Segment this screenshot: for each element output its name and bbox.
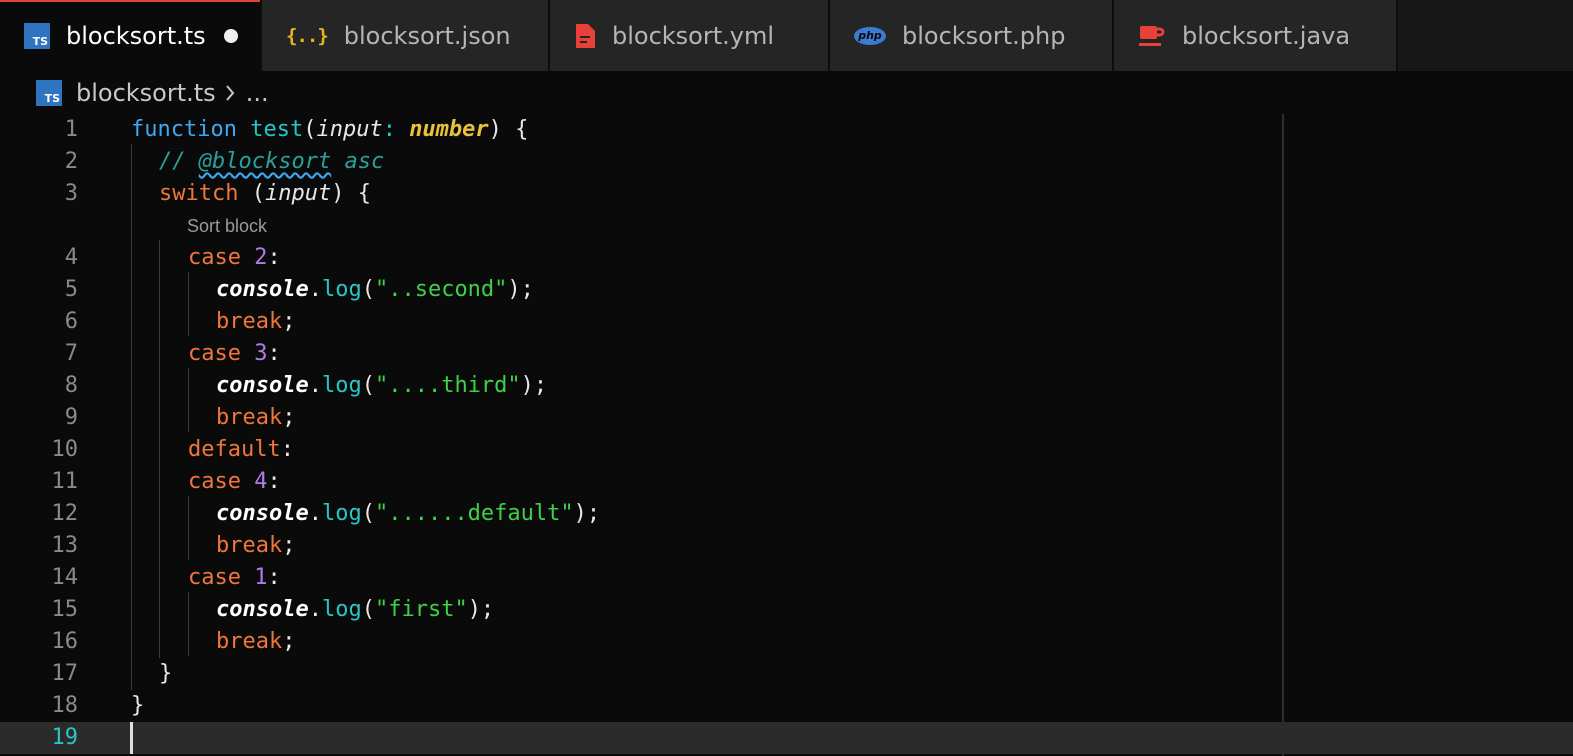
line-number: 18 [51, 693, 79, 718]
line-content: function test(input: number) { [131, 117, 529, 142]
line-number: 8 [64, 373, 78, 398]
tab-label: blocksort.json [343, 21, 511, 50]
line-content: console.log("..second"); [216, 277, 534, 302]
unsaved-dot-icon[interactable] [224, 29, 238, 43]
line-number: 17 [51, 661, 79, 686]
code-line[interactable]: 15 console.log("first"); [0, 594, 1573, 626]
line-number: 2 [64, 149, 78, 174]
code-line[interactable]: 14 case 1: [0, 562, 1573, 594]
code-line[interactable]: 10 default: [0, 434, 1573, 466]
chevron-right-icon [224, 84, 236, 102]
line-number: 3 [64, 181, 78, 206]
line-number: 4 [64, 245, 78, 270]
code-line[interactable]: 17 } [0, 658, 1573, 690]
tab-blocksort-java[interactable]: blocksort.java [1114, 0, 1398, 71]
code-line[interactable]: 7 case 3: [0, 338, 1573, 370]
java-file-icon [1138, 23, 1166, 49]
line-number: 1 [64, 117, 78, 142]
line-content: // @blocksort asc [159, 149, 385, 174]
code-line[interactable]: 2 // @blocksort asc [0, 146, 1573, 178]
typescript-file-icon: TS [24, 22, 50, 49]
sort-block-codelens[interactable]: Sort block [187, 210, 267, 242]
current-code-line[interactable]: 19 [0, 722, 1573, 754]
line-number: 19 [51, 725, 79, 750]
line-number: 13 [51, 533, 79, 558]
line-number: 15 [51, 597, 79, 622]
code-line[interactable]: 13 break; [0, 530, 1573, 562]
line-content: break; [216, 405, 296, 430]
line-number: 10 [51, 437, 79, 462]
line-content: default: [188, 437, 294, 462]
line-content: break; [216, 629, 296, 654]
line-content: case 3: [188, 341, 281, 366]
code-line[interactable]: 18 } [0, 690, 1573, 722]
line-number: 7 [64, 341, 78, 366]
breadcrumb-more[interactable]: ... [246, 79, 269, 107]
line-content: case 2: [188, 245, 281, 270]
code-line[interactable]: 6 break; [0, 306, 1573, 338]
code-line[interactable]: 12 console.log("......default"); [0, 498, 1573, 530]
tab-label: blocksort.php [902, 21, 1066, 50]
json-file-icon: {..} [286, 24, 329, 47]
code-line[interactable]: 3 switch (input) { [0, 178, 1573, 210]
code-line[interactable]: 1 function test(input: number) { [0, 114, 1573, 146]
code-line[interactable]: 9 break; [0, 402, 1573, 434]
line-content: console.log("....third"); [216, 373, 548, 398]
line-number: 9 [64, 405, 78, 430]
tab-label: blocksort.ts [66, 21, 206, 50]
line-content: break; [216, 533, 296, 558]
yaml-file-icon [574, 23, 596, 49]
typescript-file-icon: TS [36, 80, 62, 106]
code-line[interactable]: 8 console.log("....third"); [0, 370, 1573, 402]
line-number: 11 [51, 469, 79, 494]
text-cursor [130, 722, 133, 754]
line-content: break; [216, 309, 296, 334]
warning-squiggle: @blocksort [198, 149, 332, 174]
editor-tab-bar: TS blocksort.ts {..} blocksort.json bloc… [0, 0, 1573, 71]
tab-label: blocksort.yml [612, 21, 775, 50]
tab-blocksort-ts[interactable]: TS blocksort.ts [0, 0, 262, 71]
line-content: console.log("......default"); [216, 501, 601, 526]
tab-blocksort-php[interactable]: php blocksort.php [830, 0, 1114, 71]
line-number: 6 [64, 309, 78, 334]
line-content: case 1: [188, 565, 281, 590]
line-content: case 4: [188, 469, 281, 494]
tab-blocksort-json[interactable]: {..} blocksort.json [262, 0, 550, 71]
line-content: } [131, 693, 145, 718]
line-number: 5 [64, 277, 78, 302]
code-line[interactable]: 4 case 2: [0, 242, 1573, 274]
tab-blocksort-yml[interactable]: blocksort.yml [550, 0, 830, 71]
code-line[interactable]: 5 console.log("..second"); [0, 274, 1573, 306]
breadcrumb: TS blocksort.ts ... [36, 78, 269, 108]
line-content: switch (input) { [159, 181, 371, 206]
line-number: 14 [51, 565, 79, 590]
code-line[interactable]: 16 break; [0, 626, 1573, 658]
line-content: } [159, 661, 173, 686]
php-file-icon: php [854, 26, 886, 45]
line-number: 12 [51, 501, 79, 526]
code-line[interactable]: 11 case 4: [0, 466, 1573, 498]
line-content: console.log("first"); [216, 597, 495, 622]
tab-label: blocksort.java [1182, 21, 1351, 50]
breadcrumb-file[interactable]: blocksort.ts [76, 79, 216, 107]
code-editor[interactable]: 1 function test(input: number) { 2 // @b… [0, 114, 1573, 756]
line-number: 16 [51, 629, 79, 654]
